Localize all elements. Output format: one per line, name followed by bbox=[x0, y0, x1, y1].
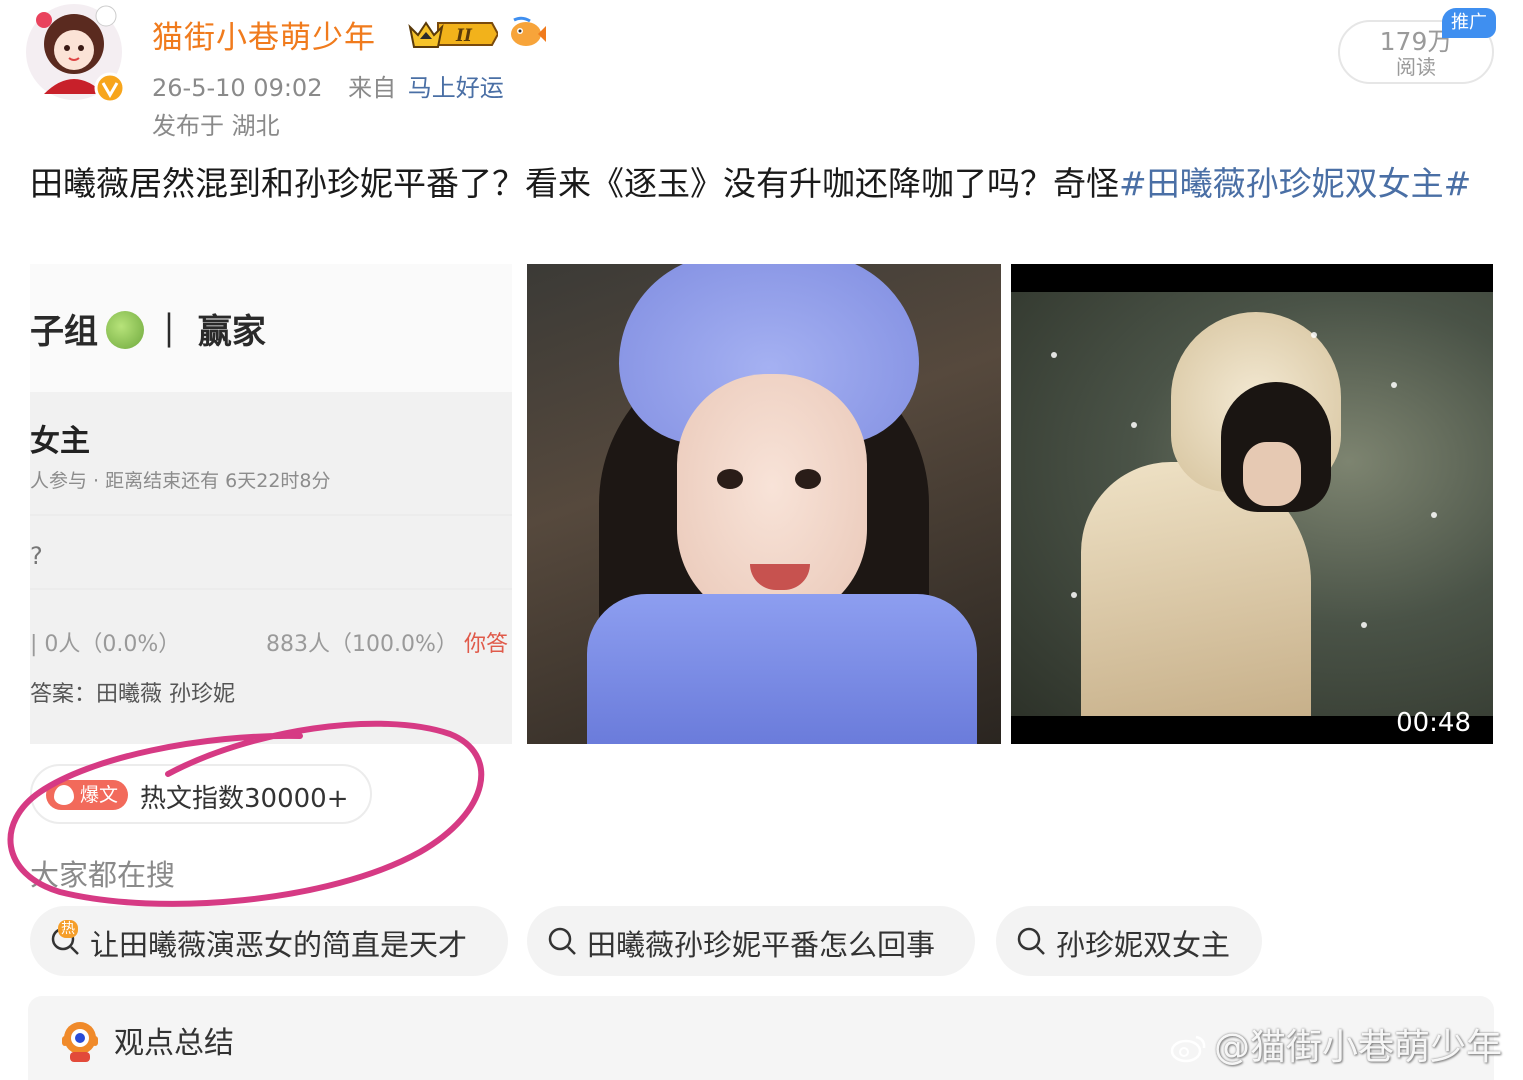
poll-you-answered: 你答 bbox=[464, 632, 509, 657]
poll-stat-a: | 0人（0.0%） bbox=[30, 632, 181, 657]
post-meta: 26-5-10 09:02 来自 马上好运 bbox=[152, 68, 504, 103]
summary-label: 观点总结 bbox=[114, 1026, 234, 1061]
everyone-search-heading: 大家都在搜 bbox=[30, 858, 176, 892]
fish-badge-icon[interactable] bbox=[508, 16, 546, 50]
promo-tag: 推广 bbox=[1442, 8, 1496, 38]
poll-answer: 答案：田曦薇 孙珍妮 bbox=[30, 682, 235, 707]
badge-level: II bbox=[455, 26, 473, 46]
author-name[interactable]: 猫街小巷萌少年 bbox=[152, 12, 376, 57]
post-body: 田曦薇居然混到和孙珍妮平番了？看来《逐玉》没有升咖还降咖了吗？奇怪 bbox=[30, 164, 1119, 203]
search-chip-2[interactable]: 田曦薇孙珍妮平番怎么回事 bbox=[527, 906, 975, 976]
search-chip-1[interactable]: 热 让田曦薇演恶女的简直是天才 bbox=[30, 906, 508, 976]
search-icon bbox=[548, 927, 576, 955]
avatar[interactable] bbox=[22, 2, 130, 108]
hashtag-link[interactable]: #田曦薇孙珍妮双女主# bbox=[1119, 164, 1471, 203]
post-timestamp: 26-5-10 09:02 bbox=[152, 74, 323, 102]
verified-icon bbox=[94, 72, 126, 104]
hot-index-badge[interactable]: 爆文 热文指数30000+ bbox=[30, 764, 372, 824]
search-icon bbox=[1017, 927, 1045, 955]
melon-icon bbox=[106, 311, 144, 349]
photo-beret-girl[interactable] bbox=[527, 264, 1001, 744]
hot-tag: 爆文 bbox=[46, 780, 128, 810]
hot-index-text: 热文指数30000+ bbox=[140, 784, 349, 814]
video-duration: 00:48 bbox=[1396, 708, 1471, 738]
poll-stats: | 0人（0.0%） 883人（100.0%） 你答 bbox=[30, 626, 512, 658]
fire-icon bbox=[54, 785, 74, 805]
poll-heading: 子组｜ 赢家 bbox=[30, 311, 266, 352]
hot-mini-tag: 热 bbox=[58, 920, 78, 938]
poll-subtitle: 人参与 · 距离结束还有 6天22时8分 bbox=[30, 470, 331, 492]
source-link[interactable]: 马上好运 bbox=[408, 74, 504, 102]
reads-label: 阅读 bbox=[1396, 55, 1436, 79]
post-text: 田曦薇居然混到和孙珍妮平番了？看来《逐玉》没有升咖还降咖了吗？奇怪#田曦薇孙珍妮… bbox=[30, 160, 1500, 208]
summary-robot-icon bbox=[62, 1022, 98, 1062]
poll-screenshot-image[interactable]: 子组｜ 赢家 女主 人参与 · 距离结束还有 6天22时8分 ? | 0人（0.… bbox=[30, 264, 512, 744]
weibo-icon bbox=[1170, 1035, 1206, 1063]
search-chip-text: 孙珍妮双女主 bbox=[1056, 928, 1231, 962]
video-thumbnail[interactable]: 00:48 bbox=[1011, 264, 1493, 744]
source-label: 来自 bbox=[348, 74, 397, 102]
crown-badge-icon[interactable]: II bbox=[408, 17, 500, 51]
poll-stat-b: 883人（100.0%） bbox=[266, 632, 458, 657]
poll-title: 女主 bbox=[30, 424, 90, 459]
search-chip-text: 田曦薇孙珍妮平番怎么回事 bbox=[587, 928, 936, 962]
search-chip-text: 让田曦薇演恶女的简直是天才 bbox=[90, 928, 468, 962]
watermark: @猫街小巷萌少年 bbox=[1170, 1018, 1502, 1070]
poll-question: ? bbox=[30, 542, 43, 570]
search-chip-3[interactable]: 孙珍妮双女主 bbox=[996, 906, 1262, 976]
post-location: 发布于 湖北 bbox=[152, 112, 280, 140]
